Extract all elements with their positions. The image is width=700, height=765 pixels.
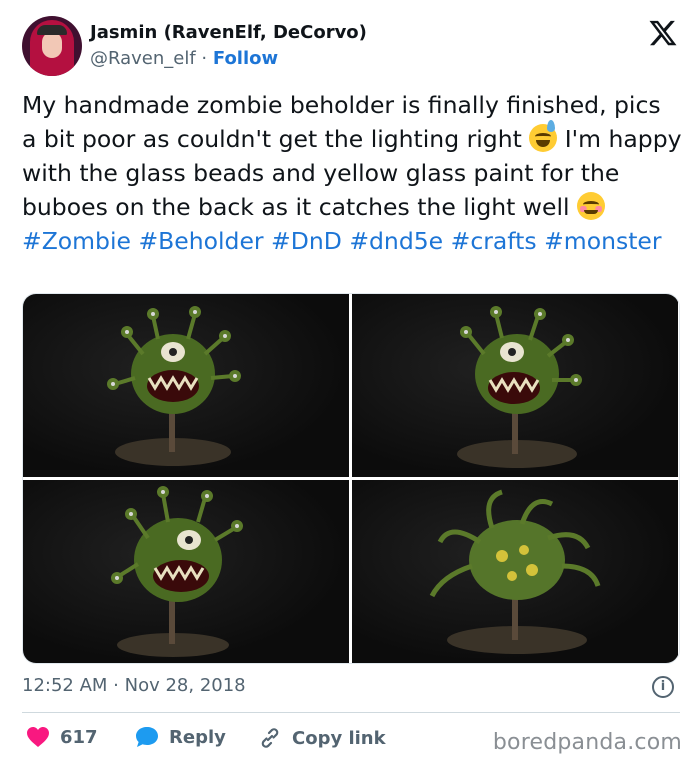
info-icon[interactable]: i bbox=[652, 676, 674, 698]
follow-button[interactable]: Follow bbox=[213, 48, 278, 69]
like-count: 617 bbox=[60, 726, 98, 748]
like-button[interactable]: 617 bbox=[26, 726, 98, 748]
tweet-header: Jasmin (RavenElf, DeCorvo) @Raven_elf · … bbox=[22, 16, 682, 78]
image-gallery bbox=[22, 293, 680, 664]
blush-emoji-icon bbox=[577, 192, 606, 220]
x-logo-icon[interactable] bbox=[648, 18, 678, 48]
beholder-miniature-image bbox=[107, 306, 241, 466]
beholder-photo[interactable] bbox=[23, 294, 349, 477]
hashtag-dnd[interactable]: #DnD bbox=[271, 227, 342, 255]
author-handle[interactable]: @Raven_elf bbox=[90, 48, 196, 69]
copy-link-label: Copy link bbox=[292, 727, 386, 749]
timestamp[interactable]: 12:52 AM · Nov 28, 2018 bbox=[22, 675, 246, 696]
link-icon bbox=[261, 728, 279, 748]
beholder-miniature-image bbox=[111, 486, 243, 657]
hashtag-zombie[interactable]: #Zombie bbox=[22, 227, 131, 255]
timestamp-separator: · bbox=[107, 675, 125, 696]
hashtag-dnd5e[interactable]: #dnd5e bbox=[349, 227, 443, 255]
heart-icon bbox=[27, 727, 49, 747]
sweat-smile-emoji-icon bbox=[529, 120, 558, 152]
reply-bubble-icon bbox=[136, 727, 158, 747]
author-handle-row: @Raven_elf · Follow bbox=[90, 48, 278, 69]
beholder-photo[interactable] bbox=[23, 480, 349, 663]
hashtag-monster[interactable]: #monster bbox=[544, 227, 661, 255]
tweet-time: 12:52 AM bbox=[22, 675, 108, 696]
reply-label: Reply bbox=[169, 726, 226, 748]
tweet-date: Nov 28, 2018 bbox=[124, 675, 246, 696]
tweet-text: My handmade zombie beholder is finally f… bbox=[22, 88, 682, 258]
beholder-photo[interactable] bbox=[352, 294, 678, 477]
handle-separator: · bbox=[195, 48, 213, 69]
divider bbox=[22, 712, 680, 713]
avatar[interactable] bbox=[22, 16, 82, 76]
beholder-miniature-image bbox=[429, 489, 601, 654]
watermark: boredpanda.com bbox=[492, 730, 682, 755]
author-name[interactable]: Jasmin (RavenElf, DeCorvo) bbox=[90, 22, 367, 43]
hashtag-beholder[interactable]: #Beholder bbox=[138, 227, 263, 255]
copy-link-button[interactable]: Copy link bbox=[258, 726, 386, 750]
hashtag-crafts[interactable]: #crafts bbox=[451, 227, 537, 255]
beholder-miniature-image bbox=[457, 306, 582, 468]
beholder-photo[interactable] bbox=[352, 480, 678, 663]
reply-button[interactable]: Reply bbox=[135, 726, 226, 748]
